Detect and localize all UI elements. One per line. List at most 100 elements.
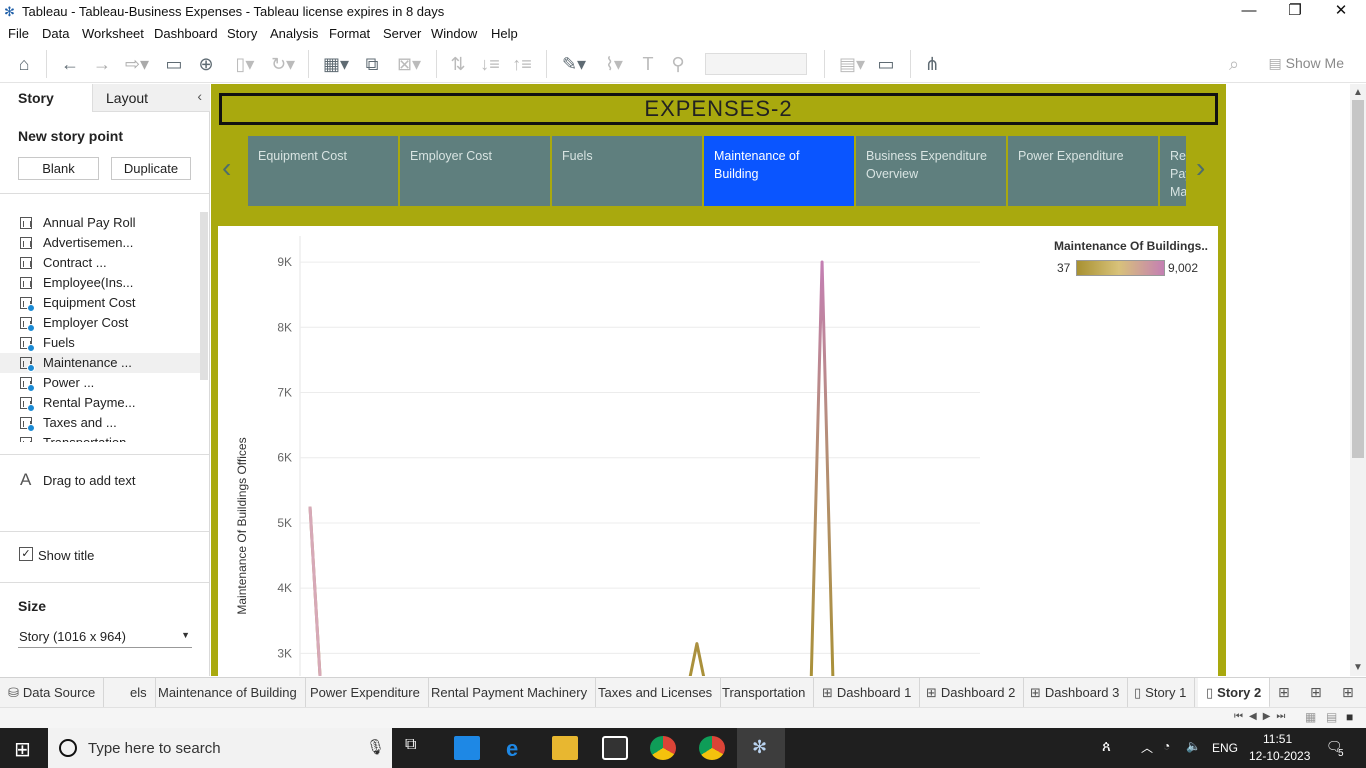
new-data-source-icon[interactable]: ⊕ — [194, 53, 218, 75]
edge-icon[interactable]: e — [506, 736, 532, 761]
vertical-scrollbar[interactable]: ▲ ▼ — [1350, 84, 1366, 676]
sheet-tab[interactable]: ⊞ Dashboard 2 — [918, 678, 1025, 708]
menu-worksheet[interactable]: Worksheet — [82, 26, 144, 41]
sheet-tab[interactable]: ⛁ Data Source — [0, 678, 105, 708]
pause-updates-icon[interactable]: ▯▾ — [226, 53, 264, 75]
fit-dropdown[interactable] — [705, 53, 807, 75]
story-point-tab[interactable]: Rental Payment Machinery — [1160, 136, 1186, 206]
sort-ascending-icon[interactable]: ↓≡ — [478, 53, 502, 75]
home-icon[interactable]: ⌂ — [12, 53, 36, 75]
presentation-mode-icon[interactable]: ▭ — [874, 53, 898, 75]
menu-dashboard[interactable]: Dashboard — [154, 26, 218, 41]
story-point-tab[interactable]: Employer Cost — [400, 136, 550, 206]
story-sheet-item[interactable]: Power ... — [0, 373, 200, 393]
story-sheet-item[interactable]: Contract ... — [0, 253, 200, 273]
scroll-down-icon[interactable]: ▼ — [1353, 662, 1363, 673]
show-cards-icon[interactable]: ▤▾ — [834, 53, 870, 75]
chevron-up-icon[interactable]: ︿ — [1141, 739, 1153, 756]
story-sheet-item[interactable]: Employer Cost — [0, 313, 200, 333]
chrome-icon[interactable] — [650, 736, 676, 760]
sheet-tab[interactable]: ⊞ Dashboard 1 — [814, 678, 921, 708]
scroll-up-icon[interactable]: ▲ — [1353, 87, 1363, 98]
story-sheet-item[interactable]: Rental Payme... — [0, 393, 200, 413]
save-icon[interactable]: ▭ — [162, 53, 186, 75]
people-icon[interactable]: ጰ — [1102, 738, 1111, 755]
story-sheet-item[interactable]: Taxes and ... — [0, 413, 200, 433]
menu-data[interactable]: Data — [42, 26, 69, 41]
menu-analysis[interactable]: Analysis — [270, 26, 318, 41]
chrome-profile-icon[interactable] — [699, 736, 725, 760]
story-next-arrow-icon[interactable]: › — [1196, 152, 1205, 184]
menu-story[interactable]: Story — [227, 26, 257, 41]
volume-icon[interactable]: 🔈 — [1186, 739, 1201, 753]
paint-roller-icon[interactable]: ⌕ — [1222, 53, 1246, 75]
menu-window[interactable]: Window — [431, 26, 477, 41]
sheet-tab[interactable]: Rental Payment Machinery — [423, 678, 597, 708]
swap-icon[interactable]: ⇅ — [446, 53, 470, 75]
duplicate-sheet-icon[interactable]: ⧉ — [360, 53, 384, 75]
story-sheet-item[interactable]: Maintenance ... — [0, 353, 200, 373]
taskbar-search[interactable]: Type here to search 🎙 — [48, 728, 392, 768]
drag-to-add-text[interactable]: Drag to add text — [43, 473, 136, 488]
clock-time[interactable]: 11:51 — [1263, 732, 1292, 746]
sheet-tab[interactable]: Transportation — [714, 678, 815, 708]
mail-icon[interactable] — [454, 736, 480, 760]
sheet-tab[interactable]: Maintenance of Building — [150, 678, 306, 708]
sheet-tab[interactable]: ▯ Story 2 — [1198, 678, 1271, 708]
grid-view-icon[interactable]: ▦ — [1305, 710, 1316, 724]
story-sheet-item[interactable]: Equipment Cost — [0, 293, 200, 313]
story-sheet-item[interactable]: Fuels — [0, 333, 200, 353]
close-button[interactable]: ✕ — [1318, 0, 1364, 23]
collapse-panel-icon[interactable]: ‹ — [197, 88, 202, 104]
task-view-icon[interactable]: ⧉ — [405, 736, 431, 760]
blank-button[interactable]: Blank — [18, 157, 99, 180]
language-indicator[interactable]: ENG — [1212, 741, 1238, 755]
new-worksheet-tab-icon[interactable]: ⊞ — [1278, 684, 1290, 701]
duplicate-button[interactable]: Duplicate — [111, 157, 191, 180]
windows-start-icon[interactable]: ⊞ — [14, 737, 31, 762]
menu-file[interactable]: File — [8, 26, 29, 41]
clear-sheet-icon[interactable]: ⊠▾ — [390, 53, 428, 75]
tabs-view-icon[interactable]: ■ — [1346, 710, 1353, 724]
undo-icon[interactable]: ← — [58, 53, 82, 75]
scrollbar-thumb[interactable] — [1352, 100, 1364, 458]
story-point-tab[interactable]: Maintenance of Building — [704, 136, 854, 206]
share-icon[interactable]: ⋔ — [920, 53, 944, 75]
story-point-tab[interactable]: Business Expenditure Overview — [856, 136, 1006, 206]
story-prev-arrow-icon[interactable]: ‹ — [222, 152, 231, 184]
maximize-button[interactable]: ❐ — [1272, 0, 1318, 23]
new-dashboard-tab-icon[interactable]: ⊞ — [1310, 684, 1322, 701]
size-dropdown[interactable]: Story (1016 x 964) ▼ — [18, 626, 192, 648]
new-worksheet-icon[interactable]: ▦▾ — [318, 53, 354, 75]
group-icon[interactable]: ⌇▾ — [596, 53, 632, 75]
sheet-tab[interactable]: ⊞ Dashboard 3 — [1022, 678, 1129, 708]
minimize-button[interactable]: — — [1226, 0, 1272, 23]
sheet-tab[interactable]: ▯ Story 1 — [1126, 678, 1196, 708]
story-sheet-item[interactable]: Employee(Ins... — [0, 273, 200, 293]
menu-server[interactable]: Server — [383, 26, 421, 41]
labels-icon[interactable]: T — [636, 53, 660, 75]
clock-date[interactable]: 12-10-2023 — [1249, 749, 1310, 763]
refresh-icon[interactable]: ↻▾ — [264, 53, 302, 75]
show-me-button[interactable]: ▤ Show Me — [1269, 55, 1344, 72]
menu-format[interactable]: Format — [329, 26, 370, 41]
story-point-tab[interactable]: Fuels — [552, 136, 702, 206]
new-story-tab-icon[interactable]: ⊞ — [1342, 684, 1354, 701]
microphone-icon[interactable]: 🎙 — [366, 738, 385, 756]
replay-icon[interactable]: ⇨▾ — [120, 53, 154, 75]
filmstrip-view-icon[interactable]: ▤ — [1326, 710, 1337, 724]
story-point-tab[interactable]: Equipment Cost — [248, 136, 398, 206]
story-point-tab[interactable]: Power Expenditure — [1008, 136, 1158, 206]
tab-layout[interactable]: Layout ‹ — [92, 84, 210, 112]
sheet-tab[interactable]: Power Expenditure — [302, 678, 429, 708]
tableau-taskbar-button[interactable]: ✻ — [737, 728, 785, 768]
show-title-checkbox[interactable]: ✓ — [19, 547, 33, 561]
sort-descending-icon[interactable]: ↑≡ — [510, 53, 534, 75]
store-icon[interactable] — [602, 736, 628, 760]
highlight-icon[interactable]: ✎▾ — [556, 53, 592, 75]
story-sheet-item[interactable]: Advertisemen... — [0, 233, 200, 253]
sheet-tab[interactable]: Taxes and Licenses — [590, 678, 722, 708]
pin-icon[interactable]: ⚲ — [666, 53, 690, 75]
story-sheet-item[interactable]: Annual Pay Roll — [0, 213, 200, 233]
menu-help[interactable]: Help — [491, 26, 518, 41]
